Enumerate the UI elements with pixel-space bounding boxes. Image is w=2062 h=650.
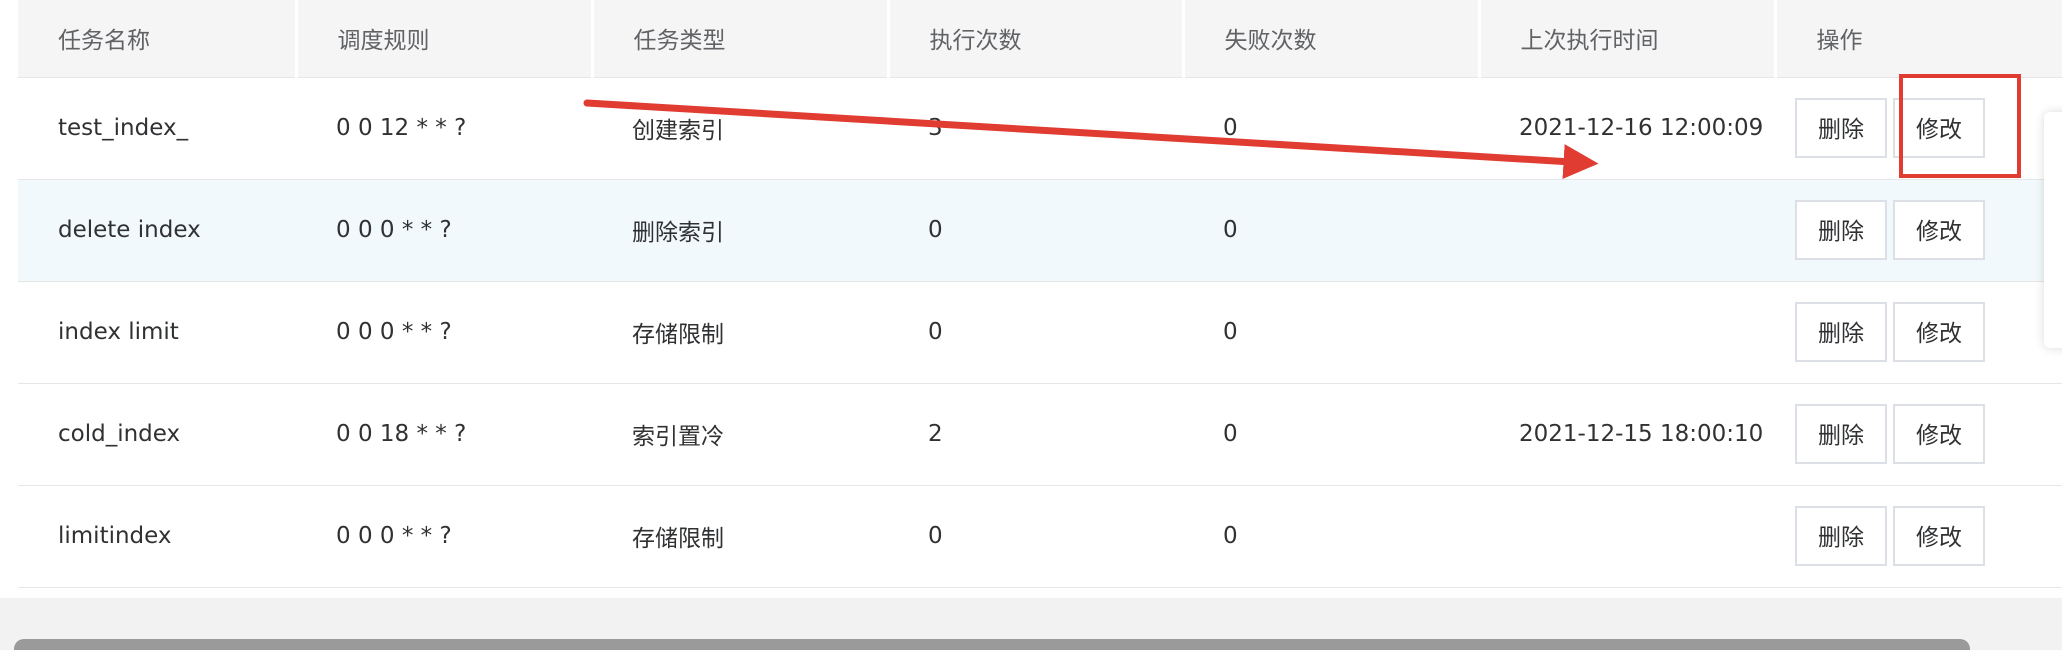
task-list-screen: 任务名称 调度规则 任务类型 执行次数 失败次数 上次执行时间 操作 test_… xyxy=(0,0,2062,650)
cell-task-name: cold_index xyxy=(18,383,296,486)
cell-fail-count: 0 xyxy=(1183,179,1479,282)
delete-button[interactable]: 删除 xyxy=(1795,302,1887,362)
header-last-exec-time: 上次执行时间 xyxy=(1479,0,1777,77)
delete-button[interactable]: 删除 xyxy=(1795,200,1887,260)
horizontal-scrollbar[interactable] xyxy=(14,639,1970,650)
cell-actions: 删除 修改 xyxy=(1775,485,2062,588)
cell-last-exec-time xyxy=(1479,281,1775,384)
cell-fail-count: 0 xyxy=(1183,281,1479,384)
cell-schedule-rule: 0 0 0 * * ? xyxy=(296,485,592,588)
cell-task-name: limitindex xyxy=(18,485,296,588)
cell-schedule-rule: 0 0 0 * * ? xyxy=(296,179,592,282)
edit-button[interactable]: 修改 xyxy=(1893,98,1985,158)
header-schedule-rule: 调度规则 xyxy=(296,0,594,77)
table-row: cold_index 0 0 18 * * ? 索引置冷 2 0 2021-12… xyxy=(18,383,2062,486)
cell-last-exec-time xyxy=(1479,179,1775,282)
cell-schedule-rule: 0 0 12 * * ? xyxy=(296,76,592,180)
cell-actions: 删除 修改 xyxy=(1775,76,2062,180)
header-exec-count: 执行次数 xyxy=(888,0,1185,77)
cell-task-name: delete index xyxy=(18,179,296,282)
cell-exec-count: 3 xyxy=(888,76,1183,180)
cell-fail-count: 0 xyxy=(1183,485,1479,588)
cell-last-exec-time xyxy=(1479,485,1775,588)
cell-task-type: 删除索引 xyxy=(592,179,888,282)
cell-task-name: index limit xyxy=(18,281,296,384)
cell-task-type: 存储限制 xyxy=(592,281,888,384)
header-task-name: 任务名称 xyxy=(18,0,298,77)
cell-last-exec-time: 2021-12-16 12:00:09 xyxy=(1479,76,1775,180)
cell-last-exec-time: 2021-12-15 18:00:10 xyxy=(1479,383,1775,486)
cell-task-type: 存储限制 xyxy=(592,485,888,588)
edit-button[interactable]: 修改 xyxy=(1893,506,1985,566)
delete-button[interactable]: 删除 xyxy=(1795,506,1887,566)
table-row: delete index 0 0 0 * * ? 删除索引 0 0 删除 修改 xyxy=(18,179,2062,282)
table-row: limitindex 0 0 0 * * ? 存储限制 0 0 删除 修改 xyxy=(18,485,2062,588)
cell-actions: 删除 修改 xyxy=(1775,179,2062,282)
task-table: 任务名称 调度规则 任务类型 执行次数 失败次数 上次执行时间 操作 test_… xyxy=(18,0,2062,588)
cell-schedule-rule: 0 0 18 * * ? xyxy=(296,383,592,486)
cell-task-name: test_index_ xyxy=(18,76,296,180)
edit-button[interactable]: 修改 xyxy=(1893,302,1985,362)
cell-schedule-rule: 0 0 0 * * ? xyxy=(296,281,592,384)
cell-exec-count: 0 xyxy=(888,485,1183,588)
cell-actions: 删除 修改 xyxy=(1775,383,2062,486)
header-task-type: 任务类型 xyxy=(592,0,890,77)
delete-button[interactable]: 删除 xyxy=(1795,404,1887,464)
table-row: index limit 0 0 0 * * ? 存储限制 0 0 删除 修改 xyxy=(18,281,2062,384)
header-fail-count: 失败次数 xyxy=(1183,0,1481,77)
edit-button[interactable]: 修改 xyxy=(1893,404,1985,464)
table-row: test_index_ 0 0 12 * * ? 创建索引 3 0 2021-1… xyxy=(18,76,2062,180)
cell-fail-count: 0 xyxy=(1183,76,1479,180)
cell-exec-count: 2 xyxy=(888,383,1183,486)
cell-fail-count: 0 xyxy=(1183,383,1479,486)
delete-button[interactable]: 删除 xyxy=(1795,98,1887,158)
cell-task-type: 创建索引 xyxy=(592,76,888,180)
cell-actions: 删除 修改 xyxy=(1775,281,2062,384)
cell-task-type: 索引置冷 xyxy=(592,383,888,486)
cell-exec-count: 0 xyxy=(888,179,1183,282)
table-header: 任务名称 调度规则 任务类型 执行次数 失败次数 上次执行时间 操作 xyxy=(18,0,2062,77)
side-popover-edge xyxy=(2044,112,2062,348)
header-actions: 操作 xyxy=(1775,0,2062,77)
cell-exec-count: 0 xyxy=(888,281,1183,384)
edit-button[interactable]: 修改 xyxy=(1893,200,1985,260)
